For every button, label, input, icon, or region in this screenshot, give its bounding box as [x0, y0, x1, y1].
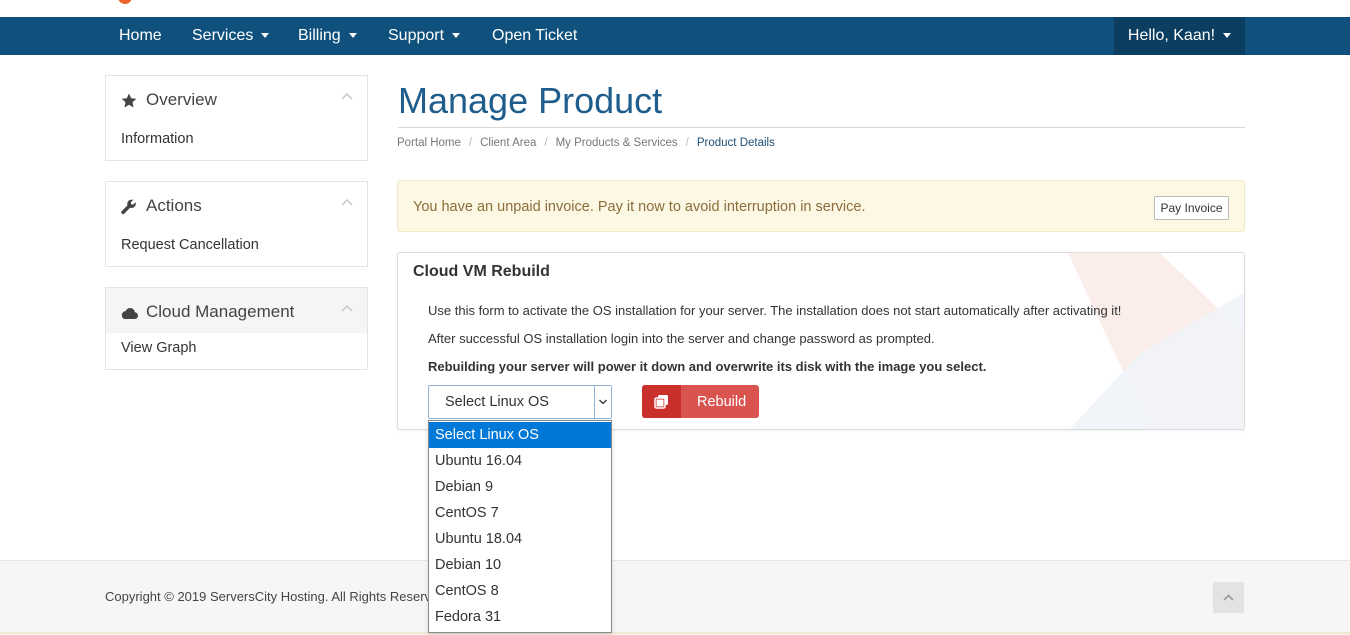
breadcrumb-separator: /: [685, 137, 689, 149]
alert-text: You have an unpaid invoice. Pay it now t…: [413, 199, 866, 215]
footer: Copyright © 2019 ServersCity Hosting. Al…: [0, 560, 1350, 635]
nav-billing[interactable]: Billing: [298, 17, 357, 55]
chevron-up-icon[interactable]: [341, 304, 353, 312]
copy-icon: [654, 395, 668, 409]
caret-down-icon: [348, 33, 357, 39]
nav-open-ticket-label: Open Ticket: [492, 27, 578, 44]
rebuild-button[interactable]: Rebuild: [642, 385, 759, 418]
rebuild-warning: Rebuilding your server will power it dow…: [428, 359, 987, 374]
breadcrumb-client-area[interactable]: Client Area: [480, 137, 536, 149]
cloud-icon: [121, 308, 138, 319]
cloud-vm-rebuild-panel: Cloud VM Rebuild Use this form to activa…: [397, 252, 1245, 430]
panel-title: Overview: [146, 90, 217, 109]
chevron-up-icon: [1223, 594, 1234, 601]
back-to-top-button[interactable]: [1213, 582, 1244, 613]
nav-support[interactable]: Support: [388, 17, 461, 55]
nav-services[interactable]: Services: [192, 17, 270, 55]
panel-header[interactable]: Overview: [106, 76, 367, 124]
main-navbar: Home Services Billing Support Open Ticke…: [0, 17, 1350, 55]
pay-invoice-button[interactable]: Pay Invoice: [1154, 196, 1229, 220]
panel-title: Cloud VM Rebuild: [413, 263, 550, 280]
panel-header[interactable]: Actions: [106, 182, 367, 230]
rebuild-instruction-1: Use this form to activate the OS install…: [428, 303, 1122, 318]
decorative-background-shape: [1068, 253, 1244, 429]
chevron-down-icon[interactable]: [594, 386, 611, 418]
top-strip: [0, 0, 1350, 18]
star-icon: [121, 93, 137, 108]
chevron-up-icon[interactable]: [341, 92, 353, 100]
panel-header[interactable]: Cloud Management: [106, 288, 367, 333]
rebuild-icon-box: [642, 385, 681, 418]
copyright-text: Copyright © 2019 ServersCity Hosting. Al…: [105, 589, 432, 604]
nav-services-label: Services: [192, 27, 254, 44]
os-dropdown-list: Select Linux OS Ubuntu 16.04 Debian 9 Ce…: [428, 420, 612, 633]
nav-home[interactable]: Home: [119, 17, 162, 55]
panel-title: Actions: [146, 196, 202, 215]
caret-down-icon: [1223, 33, 1232, 39]
page-title: Manage Product: [398, 80, 663, 121]
user-greeting: Hello, Kaan!: [1127, 27, 1216, 44]
sidebar-link-view-graph[interactable]: View Graph: [106, 333, 367, 369]
os-select[interactable]: Select Linux OS: [428, 385, 612, 419]
sidebar-panel-overview: Overview Information: [105, 75, 368, 161]
breadcrumb-separator: /: [544, 137, 548, 149]
logo-icon[interactable]: [118, 0, 132, 4]
chevron-up-icon[interactable]: [341, 198, 353, 206]
os-select-value: Select Linux OS: [445, 394, 549, 410]
breadcrumb-product-details: Product Details: [696, 137, 775, 149]
os-option[interactable]: CentOS 8: [429, 578, 611, 604]
os-option[interactable]: Select Linux OS: [429, 422, 611, 448]
breadcrumb-products-services[interactable]: My Products & Services: [556, 137, 678, 149]
os-option[interactable]: Debian 10: [429, 552, 611, 578]
breadcrumb: Portal Home / Client Area / My Products & Se…: [397, 137, 775, 149]
unpaid-invoice-alert: You have an unpaid invoice. Pay it now t…: [397, 180, 1245, 232]
rebuild-instruction-2: After successful OS installation login i…: [428, 331, 935, 346]
nav-support-label: Support: [388, 27, 445, 44]
os-option[interactable]: Fedora 31: [429, 604, 611, 630]
sidebar-link-information[interactable]: Information: [106, 124, 367, 160]
caret-down-icon: [452, 33, 461, 39]
nav-billing-label: Billing: [298, 27, 341, 44]
nav-home-label: Home: [119, 27, 162, 44]
breadcrumb-portal-home[interactable]: Portal Home: [397, 137, 461, 149]
user-menu[interactable]: Hello, Kaan!: [1114, 17, 1245, 55]
wrench-icon: [121, 199, 136, 215]
nav-open-ticket[interactable]: Open Ticket: [492, 17, 577, 55]
rebuild-button-label: Rebuild: [697, 394, 747, 410]
sidebar-panel-actions: Actions Request Cancellation: [105, 181, 368, 267]
os-option[interactable]: Ubuntu 18.04: [429, 526, 611, 552]
sidebar-panel-cloud-management: Cloud Management View Graph: [105, 287, 368, 370]
panel-title: Cloud Management: [146, 302, 295, 321]
caret-down-icon: [261, 33, 270, 39]
breadcrumb-separator: /: [468, 137, 473, 149]
sidebar-link-request-cancellation[interactable]: Request Cancellation: [106, 230, 367, 266]
title-divider: [398, 127, 1245, 128]
os-option[interactable]: CentOS 7: [429, 500, 611, 526]
os-option[interactable]: Ubuntu 16.04: [429, 448, 611, 474]
os-option[interactable]: Debian 9: [429, 474, 611, 500]
